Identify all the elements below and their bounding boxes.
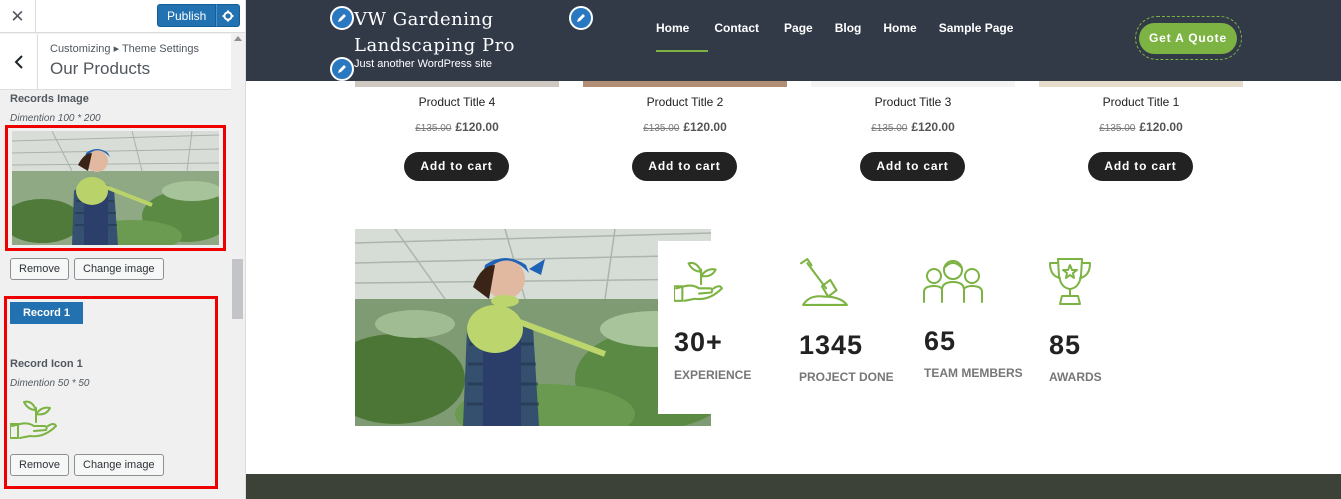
customizer-sidebar: ✕ Publish Customizing ▸ Theme Settings O…	[0, 0, 246, 499]
product-price: £135.00 £120.00	[355, 120, 559, 134]
site-header: VW Gardening Landscaping Pro Just anothe…	[246, 0, 1341, 81]
breadcrumb: Customizing ▸ Theme Settings	[50, 43, 199, 55]
sale-price: £120.00	[1139, 120, 1183, 134]
change-records-image-button[interactable]: Change image	[74, 258, 164, 280]
gear-icon	[222, 10, 234, 21]
publish-button[interactable]: Publish	[157, 4, 217, 27]
stat-value-projects: 1345	[799, 330, 864, 360]
stat-value-awards: 85	[1049, 330, 1082, 360]
stat-label-team: TEAM MEMBERS	[924, 366, 1023, 380]
section-title: Our Products	[50, 59, 151, 78]
stat-value-experience: 30+	[674, 327, 723, 357]
site-title-line-1[interactable]: VW Gardening	[354, 9, 494, 30]
customizer-screen: ✕ Publish Customizing ▸ Theme Settings O…	[0, 0, 1341, 499]
record-1-tab[interactable]: Record 1	[10, 302, 83, 324]
add-to-cart-button[interactable]: Add to cart	[1088, 152, 1193, 181]
record-icon-description: Dimention 50 * 50	[10, 378, 90, 389]
scroll-up-arrow-icon[interactable]	[234, 36, 242, 41]
nav-item-contact[interactable]: Contact	[714, 21, 759, 35]
panel-scrollbar[interactable]	[231, 34, 245, 499]
sale-price: £120.00	[911, 120, 955, 134]
product-image-2[interactable]	[583, 81, 787, 87]
shovel-icon	[800, 258, 848, 306]
site-title-line-2[interactable]: Landscaping Pro	[354, 35, 515, 56]
old-price: £135.00	[871, 123, 908, 134]
product-title[interactable]: Product Title 4	[355, 95, 559, 109]
record-icon-preview[interactable]	[9, 394, 58, 442]
product-title[interactable]: Product Title 1	[1039, 95, 1243, 109]
nav-item-home-2[interactable]: Home	[883, 21, 916, 35]
old-price: £135.00	[415, 123, 452, 134]
pencil-icon	[338, 14, 346, 22]
back-button[interactable]	[0, 34, 38, 90]
sale-price: £120.00	[683, 120, 727, 134]
record-icon-label: Record Icon 1	[10, 358, 83, 370]
edit-shortcut-menu[interactable]	[569, 6, 593, 30]
records-image-label: Records Image	[10, 93, 89, 105]
add-to-cart-button[interactable]: Add to cart	[632, 152, 737, 181]
active-nav-indicator	[656, 50, 708, 52]
old-price: £135.00	[1099, 123, 1136, 134]
nav-item-sample-page[interactable]: Sample Page	[939, 21, 1014, 35]
site-tagline: Just another WordPress site	[354, 58, 492, 70]
stat-label-projects: PROJECT DONE	[799, 370, 894, 384]
scroll-thumb[interactable]	[232, 259, 243, 319]
old-price: £135.00	[643, 123, 680, 134]
pencil-icon	[577, 14, 585, 22]
primary-nav: Home Contact Page Blog Home Sample Page	[656, 21, 1013, 35]
records-image-description: Dimention 100 * 200	[10, 113, 101, 124]
pencil-icon	[338, 65, 346, 73]
team-icon	[923, 260, 983, 303]
plant-in-hand-icon	[9, 400, 57, 439]
stat-label-awards: AWARDS	[1049, 370, 1102, 384]
close-customizer-button[interactable]: ✕	[0, 0, 36, 33]
product-image-1[interactable]	[1039, 81, 1243, 87]
trophy-icon	[1049, 258, 1091, 305]
product-image-3[interactable]	[811, 81, 1015, 87]
add-to-cart-button[interactable]: Add to cart	[404, 152, 509, 181]
site-preview: VW Gardening Landscaping Pro Just anothe…	[246, 0, 1341, 499]
stat-label-experience: EXPERIENCE	[674, 368, 752, 382]
sale-price: £120.00	[455, 120, 499, 134]
remove-record-icon-button[interactable]: Remove	[10, 454, 69, 476]
plant-in-hand-icon	[674, 261, 723, 302]
next-section-background	[246, 474, 1341, 499]
records-image-highlight	[5, 125, 226, 251]
product-price: £135.00 £120.00	[1039, 120, 1243, 134]
customizer-topbar: ✕ Publish	[0, 0, 245, 33]
change-record-icon-button[interactable]: Change image	[74, 454, 164, 476]
publish-group: Publish	[157, 4, 241, 27]
add-to-cart-button[interactable]: Add to cart	[860, 152, 965, 181]
get-a-quote-button[interactable]: Get A Quote	[1139, 23, 1237, 54]
nav-item-home[interactable]: Home	[656, 21, 689, 35]
nav-item-blog[interactable]: Blog	[835, 21, 862, 35]
edit-shortcut-site-title[interactable]	[330, 6, 354, 30]
product-title[interactable]: Product Title 2	[583, 95, 787, 109]
edit-shortcut-tagline[interactable]	[330, 57, 354, 81]
chevron-left-icon	[14, 55, 23, 69]
product-image-4[interactable]	[355, 81, 559, 87]
section-header: Customizing ▸ Theme Settings Our Product…	[0, 34, 231, 90]
remove-records-image-button[interactable]: Remove	[10, 258, 69, 280]
product-title[interactable]: Product Title 3	[811, 95, 1015, 109]
product-price: £135.00 £120.00	[811, 120, 1015, 134]
stat-value-team: 65	[924, 326, 957, 356]
publish-settings-button[interactable]	[216, 4, 241, 27]
product-price: £135.00 £120.00	[583, 120, 787, 134]
records-image-preview[interactable]	[12, 131, 219, 245]
nav-item-page[interactable]: Page	[784, 21, 813, 35]
gardener-photo-thumbnail	[12, 131, 219, 245]
